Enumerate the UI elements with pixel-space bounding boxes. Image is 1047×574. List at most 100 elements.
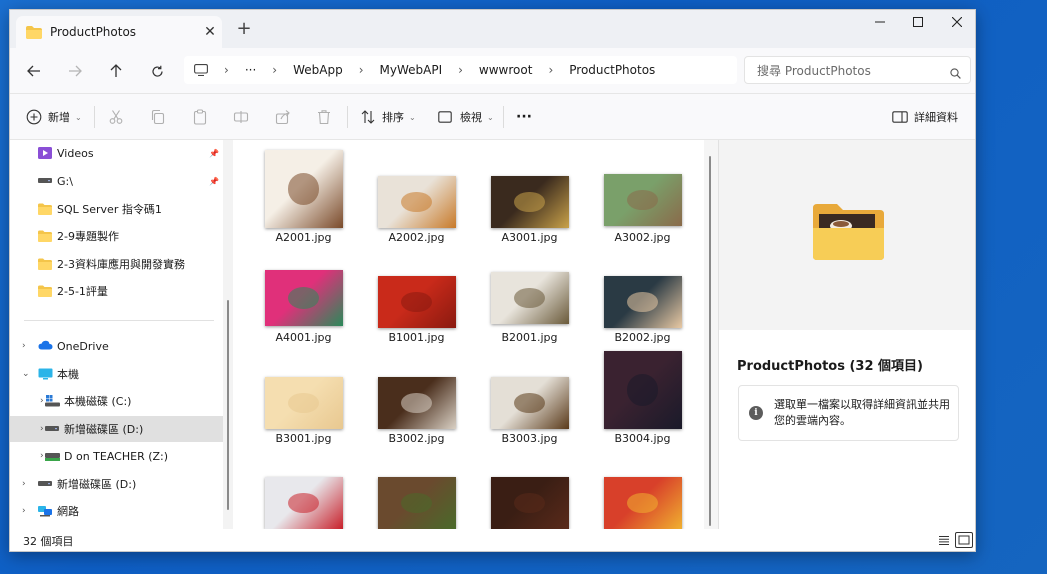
videos-icon	[38, 147, 52, 159]
sidebar-item[interactable]: 2-9專題製作	[10, 223, 223, 249]
refresh-button[interactable]	[146, 60, 168, 82]
folder-icon	[38, 230, 52, 242]
minimize-icon	[875, 21, 885, 23]
breadcrumb-more-button[interactable]: ···	[245, 63, 256, 77]
file-tile[interactable]: B4001.jpg	[360, 140, 473, 529]
sidebar-item[interactable]: › 新增磁碟區 (D:)	[10, 416, 223, 442]
sidebar-item[interactable]: › OneDrive	[10, 333, 223, 359]
share-button[interactable]	[275, 94, 291, 140]
file-tile[interactable]: C1002.jpg	[586, 140, 699, 529]
file-tile[interactable]: B3005.jpg	[247, 140, 360, 529]
command-bar: 新增 ⌄ 排序 ⌄ 檢視 ⌄ ··· 詳細資料	[10, 94, 975, 140]
sidebar-item[interactable]: › 本機磁碟 (C:)	[10, 388, 223, 414]
sidebar-item[interactable]: Videos 📌	[10, 140, 223, 166]
copy-icon	[151, 109, 165, 125]
details-pane-icon	[892, 111, 908, 123]
scrollbar-thumb[interactable]	[227, 300, 229, 510]
tiles-view-button[interactable]	[955, 532, 973, 548]
view-button[interactable]: 檢視 ⌄	[438, 94, 494, 140]
file-tile[interactable]: C1001.jpg	[473, 140, 586, 529]
chevron-down-icon: ⌄	[75, 112, 82, 122]
sidebar-item[interactable]: › D on TEACHER (Z:)	[10, 443, 223, 469]
breadcrumb-webapp[interactable]: WebApp	[293, 63, 343, 77]
back-button[interactable]	[23, 60, 45, 82]
thumbnail-subject	[513, 492, 546, 514]
rename-button[interactable]	[233, 94, 249, 140]
sidebar-scrollbar[interactable]	[223, 140, 233, 529]
chevron-right-icon[interactable]: ›	[40, 396, 44, 406]
plus-circle-icon	[26, 109, 42, 125]
sidebar-item[interactable]: SQL Server 指令碼1	[10, 196, 223, 222]
sidebar-item-label: 新增磁碟區 (D:)	[64, 423, 144, 436]
chevron-right-icon[interactable]: ›	[22, 506, 26, 516]
sidebar-item[interactable]: › 新增磁碟區 (D:)	[10, 471, 223, 497]
content-area: Videos 📌 G:\ 📌 SQL Server 指令碼1 2-9專題製作 2-3資料庫應…	[10, 140, 975, 529]
breadcrumb-separator[interactable]: ›	[359, 63, 364, 77]
paste-button[interactable]	[192, 94, 208, 140]
sidebar-item[interactable]: 2-3資料庫應用與開發實務	[10, 251, 223, 277]
tab-productphotos[interactable]: ProductPhotos ✕	[16, 16, 222, 48]
file-thumbnail[interactable]	[490, 477, 569, 529]
sidebar-item-label: Videos	[57, 146, 94, 160]
drive-icon	[45, 423, 59, 435]
info-card: i 選取單一檔案以取得詳細資訊並共用您的雲端內容。	[738, 385, 959, 441]
sidebar-item[interactable]: ⌄ 本機	[10, 361, 223, 387]
breadcrumb-separator[interactable]: ›	[458, 63, 463, 77]
file-thumbnail[interactable]	[264, 477, 343, 529]
arrow-left-icon	[27, 65, 40, 77]
details-pane-button[interactable]: 詳細資料	[892, 94, 958, 140]
new-tab-button[interactable]: +	[234, 18, 254, 39]
sidebar-item-label: 2-3資料庫應用與開發實務	[57, 258, 185, 271]
address-bar[interactable]: › ··· › WebApp › MyWebAPI › wwwroot › Pr…	[184, 56, 737, 84]
divider	[503, 106, 504, 128]
sidebar-item[interactable]: › 網路	[10, 498, 223, 524]
pin-icon: 📌	[209, 148, 219, 158]
breadcrumb-productphotos[interactable]: ProductPhotos	[569, 63, 655, 77]
sort-label: 排序	[382, 111, 404, 124]
delete-button[interactable]	[316, 94, 332, 140]
tab-title: ProductPhotos	[50, 25, 137, 39]
file-thumbnail[interactable]	[603, 477, 682, 529]
details-pane: ProductPhotos (32 個項目) i 選取單一檔案以取得詳細資訊並共…	[718, 140, 975, 529]
up-button[interactable]	[105, 60, 127, 82]
monitor-icon	[194, 64, 208, 76]
tab-close-button[interactable]: ✕	[198, 24, 222, 40]
chevron-right-icon[interactable]: ›	[40, 451, 44, 461]
view-icon	[438, 111, 452, 123]
folder-preview	[719, 140, 975, 330]
sort-icon	[361, 110, 375, 124]
cut-button[interactable]	[108, 94, 124, 140]
minimize-button[interactable]	[860, 10, 900, 34]
drive-icon	[38, 175, 52, 187]
cloud-icon	[38, 340, 53, 352]
refresh-icon	[151, 65, 163, 77]
sort-button[interactable]: 排序 ⌄	[360, 94, 416, 140]
file-grid-scrollbar[interactable]	[704, 140, 718, 529]
chevron-right-icon[interactable]: ›	[22, 341, 26, 351]
sidebar-item[interactable]: 2-5-1評量	[10, 278, 223, 304]
info-text: 選取單一檔案以取得詳細資訊並共用您的雲端內容。	[774, 398, 950, 427]
list-view-icon	[939, 536, 949, 545]
new-button[interactable]: 新增 ⌄	[26, 94, 82, 140]
scrollbar-thumb[interactable]	[709, 156, 711, 526]
more-options-button[interactable]: ···	[516, 94, 532, 140]
arrow-up-icon	[110, 64, 122, 77]
item-count: 32 個項目	[23, 535, 74, 548]
details-view-button[interactable]	[935, 532, 953, 548]
chevron-right-icon[interactable]: ›	[40, 424, 44, 434]
chevron-down-icon[interactable]: ⌄	[22, 369, 30, 379]
close-icon	[952, 17, 962, 27]
breadcrumb-wwwroot[interactable]: wwwroot	[479, 63, 533, 77]
close-window-button[interactable]	[937, 10, 975, 34]
maximize-button[interactable]	[898, 10, 938, 34]
copy-button[interactable]	[150, 94, 166, 140]
chevron-right-icon[interactable]: ›	[22, 479, 26, 489]
forward-button[interactable]	[64, 60, 86, 82]
breadcrumb-separator[interactable]: ›	[548, 63, 553, 77]
search-icon	[950, 68, 961, 79]
sidebar-item[interactable]: G:\ 📌	[10, 168, 223, 194]
breadcrumb-mywebapi[interactable]: MyWebAPI	[380, 63, 443, 77]
search-input[interactable]: 搜尋 ProductPhotos	[744, 56, 971, 84]
file-thumbnail[interactable]	[377, 477, 456, 529]
network-drive-icon	[45, 450, 60, 462]
